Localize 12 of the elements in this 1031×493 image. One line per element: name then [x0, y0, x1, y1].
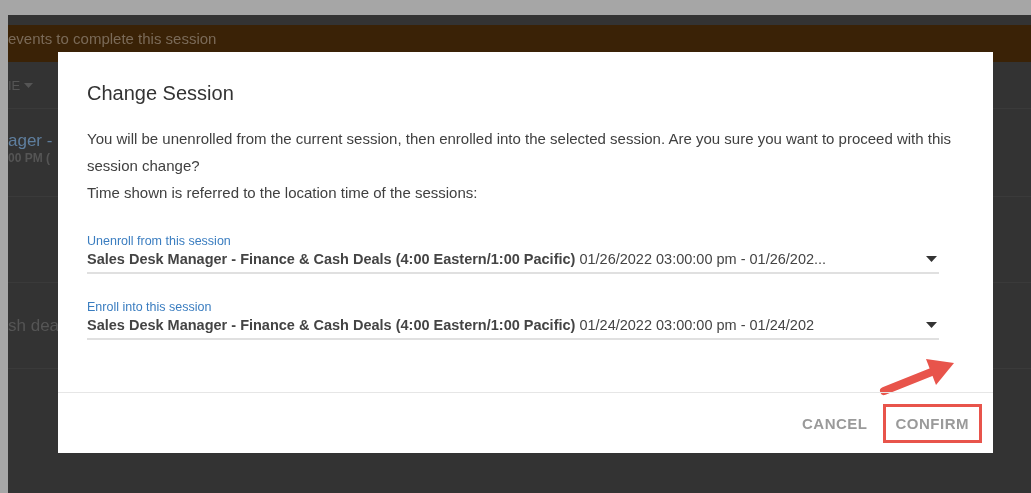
dialog-title: Change Session	[87, 82, 234, 105]
caret-icon	[24, 82, 34, 88]
session-dropdown[interactable]: Sales Desk Manager - Finance & Cash Deals (4:00 Eastern/1:00 Pacific) 01/26/2022 03:00:00 pm - 01/26/202...	[87, 251, 939, 274]
field-label: Unenroll from this session	[87, 234, 231, 248]
dialog-message: Time shown is referred to the location time of the sessions:	[87, 183, 479, 203]
caret-icon	[926, 322, 937, 328]
session-title: ager -	[8, 131, 53, 151]
caret-icon	[926, 256, 937, 262]
banner-text: events to complete this session	[8, 30, 217, 47]
session-dropdown[interactable]: Sales Desk Manager - Finance & Cash Deals (4:00 Eastern/1:00 Pacific) 01/24/2022 03:00:00 pm - 01/24/202	[87, 317, 939, 340]
dialog-message: You will be unenrolled from the current session, then enrolled into the selected session. Are you sure you want to proceed with this session change?	[87, 129, 953, 176]
field-label: Enroll into this session	[87, 300, 212, 314]
